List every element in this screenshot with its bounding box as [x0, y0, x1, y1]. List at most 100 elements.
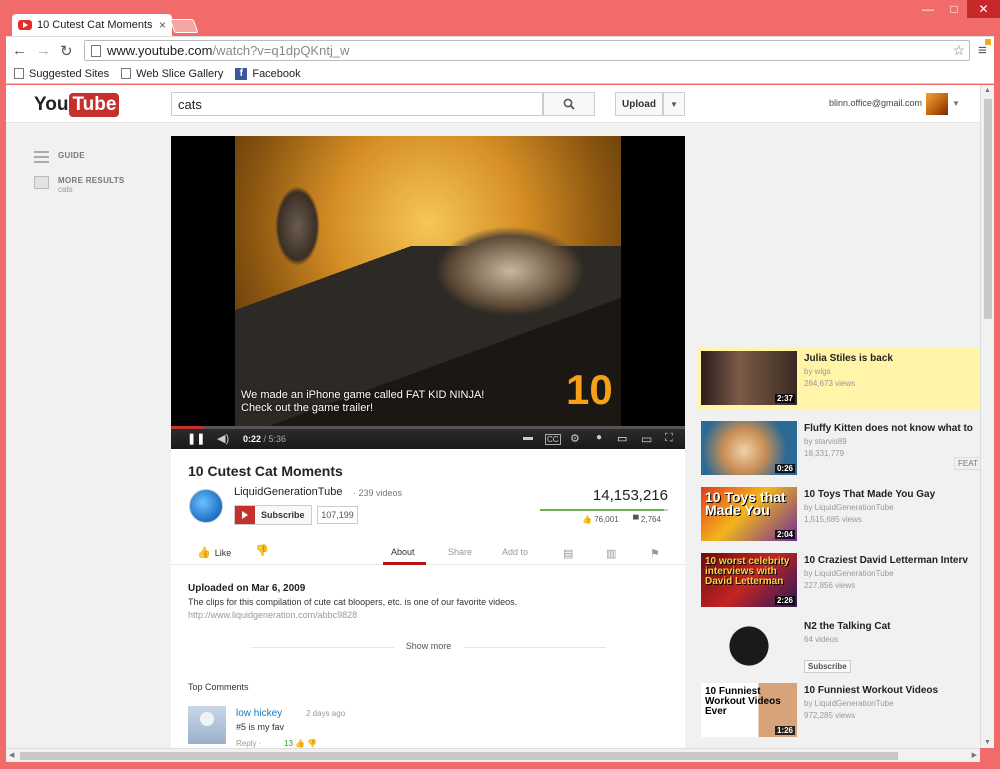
tab-add-to[interactable]: Add to	[502, 547, 528, 557]
vertical-scrollbar[interactable]: ▲ ▼	[980, 85, 994, 748]
related-item[interactable]: 0:26 Fluffy Kitten does not know what to…	[698, 417, 988, 479]
captions-icon[interactable]: ▬	[523, 432, 533, 443]
back-arrow-icon[interactable]: ←	[12, 42, 27, 59]
scroll-left-icon[interactable]: ◀	[9, 751, 14, 759]
minimize-button[interactable]: —	[915, 0, 941, 18]
large-player-icon[interactable]: ▭	[641, 432, 652, 446]
channel-avatar[interactable]	[189, 489, 223, 523]
search-input[interactable]	[171, 92, 543, 116]
related-thumbnail[interactable]: 10 worst celebrity interviews with David…	[701, 553, 797, 607]
bookmark-web-slice-gallery[interactable]: Web Slice Gallery	[121, 68, 223, 80]
search-button[interactable]	[543, 92, 595, 116]
pause-icon[interactable]: ❚❚	[187, 432, 205, 445]
channel-name[interactable]: LiquidGenerationTube	[234, 486, 342, 498]
video-title: 10 Cutest Cat Moments	[188, 463, 343, 479]
video-player[interactable]: We made an iPhone game called FAT KID NI…	[171, 136, 685, 449]
video-info-panel: 10 Cutest Cat Moments LiquidGenerationTu…	[171, 449, 685, 748]
transcript-icon[interactable]: ▤	[563, 547, 573, 560]
page-icon	[14, 68, 24, 79]
bookmark-facebook[interactable]: f Facebook	[235, 67, 301, 80]
channel-thumbnail[interactable]	[701, 619, 797, 673]
related-title[interactable]: 10 Toys That Made You Gay	[804, 489, 980, 500]
maximize-button[interactable]: □	[941, 0, 967, 18]
related-item[interactable]: 10 worst celebrity interviews with David…	[698, 549, 988, 611]
search-icon	[563, 98, 575, 110]
related-item[interactable]: 10 Toys that Made You 2:04 10 Toys That …	[698, 483, 988, 545]
tab-about[interactable]: About	[391, 547, 415, 557]
scroll-up-icon[interactable]: ▲	[984, 87, 991, 94]
related-thumbnail[interactable]: 10 Toys that Made You 2:04	[701, 487, 797, 541]
forward-arrow-icon[interactable]: →	[36, 42, 51, 59]
like-button[interactable]: 👍 Like	[197, 546, 231, 559]
duration-badge: 1:26	[774, 726, 795, 735]
view-count: 14,153,216	[592, 487, 668, 504]
comment-text: #5 is my fav	[236, 722, 285, 732]
related-item[interactable]: 10 Funniest Workout Videos Ever 1:26 10 …	[698, 679, 988, 741]
cc-icon[interactable]: CC	[545, 434, 561, 445]
related-title[interactable]: 10 Craziest David Letterman Interv	[804, 555, 980, 566]
video-annotation[interactable]: We made an iPhone game called FAT KID NI…	[241, 389, 484, 415]
related-title[interactable]: N2 the Talking Cat	[804, 621, 980, 632]
scroll-right-icon[interactable]: ▶	[972, 751, 977, 759]
flag-icon[interactable]: ⚑	[650, 547, 660, 560]
video-overlay-number: 10	[566, 366, 613, 413]
related-title[interactable]: Fluffy Kitten does not know what to	[804, 423, 980, 434]
tab-title: 10 Cutest Cat Moments -	[37, 19, 155, 31]
guide-item-guide[interactable]: GUIDE	[34, 151, 125, 164]
upload-date: Uploaded on Mar 6, 2009	[188, 583, 306, 594]
gear-icon[interactable]: ⚙	[570, 432, 580, 445]
upload-dropdown-icon[interactable]: ▼	[663, 92, 685, 116]
description-text: The clips for this compilation of cute c…	[188, 597, 518, 607]
address-bar[interactable]: www.youtube.com /watch?v=q1dpQKntj_w ☆	[84, 40, 970, 61]
reply-button[interactable]: Reply ·	[236, 739, 261, 748]
related-thumbnail[interactable]: 2:37	[701, 351, 797, 405]
info-icon[interactable]: ●	[596, 432, 602, 443]
related-item[interactable]: 2:37 Julia Stiles is back by wigs 264,67…	[698, 347, 988, 409]
related-thumbnail[interactable]: 0:26	[701, 421, 797, 475]
scrollbar-thumb[interactable]	[984, 99, 992, 319]
chevron-down-icon[interactable]: ▼	[952, 99, 960, 108]
fullscreen-icon[interactable]: ⛶	[665, 432, 673, 445]
subscribe-button[interactable]: Subscribe	[804, 660, 851, 673]
comment-author[interactable]: low hickey	[236, 708, 282, 719]
tab-share[interactable]: Share	[448, 547, 472, 557]
guide-item-more-results[interactable]: MORE RESULTS cats	[34, 176, 125, 194]
description-link[interactable]: http://www.liquidgeneration.com/abbc9828	[188, 610, 357, 620]
bookmark-star-icon[interactable]: ☆	[952, 42, 965, 59]
subscribe-button[interactable]: Subscribe	[234, 505, 312, 525]
related-views: 1,515,685 views	[804, 515, 862, 524]
new-tab-button[interactable]	[169, 19, 199, 33]
related-title[interactable]: Julia Stiles is back	[804, 353, 980, 364]
video-description: Uploaded on Mar 6, 2009 The clips for th…	[188, 583, 668, 622]
like-count: 👍 76,001	[582, 515, 619, 524]
bookmark-suggested-sites[interactable]: Suggested Sites	[14, 68, 109, 80]
comment-avatar[interactable]	[188, 706, 226, 744]
avatar[interactable]	[926, 93, 948, 115]
related-views: 227,856 views	[804, 581, 856, 590]
close-tab-icon[interactable]: ×	[159, 18, 166, 32]
show-more[interactable]: Show more	[251, 641, 606, 651]
scroll-down-icon[interactable]: ▼	[984, 739, 991, 746]
statistics-icon[interactable]: ▥	[606, 547, 616, 560]
related-title[interactable]: 10 Funniest Workout Videos	[804, 685, 980, 696]
related-author: by LiquidGenerationTube	[804, 503, 894, 512]
horizontal-scrollbar[interactable]: ◀ ▶	[6, 748, 980, 762]
related-views: 972,285 views	[804, 711, 856, 720]
upload-button[interactable]: Upload	[615, 92, 663, 116]
reload-icon[interactable]: ↻	[60, 42, 73, 60]
volume-icon[interactable]: ◀)	[217, 432, 229, 445]
scrollbar-thumb[interactable]	[20, 752, 898, 760]
comment-icon: ▀	[633, 515, 641, 524]
video-frame[interactable]	[235, 136, 621, 426]
account-email[interactable]: blinn.office@gmail.com	[829, 98, 922, 108]
browser-tab[interactable]: 10 Cutest Cat Moments - ×	[12, 14, 172, 36]
youtube-logo[interactable]: You Tube	[34, 93, 120, 117]
related-thumbnail[interactable]: 10 Funniest Workout Videos Ever 1:26	[701, 683, 797, 737]
related-channel-item[interactable]: N2 the Talking Cat 64 videos Subscribe	[698, 615, 988, 677]
dislike-button[interactable]: 👎	[255, 544, 269, 557]
youtube-icon	[235, 506, 255, 524]
url-host: www.youtube.com	[107, 43, 213, 58]
close-window-button[interactable]: ✕	[967, 0, 1000, 18]
related-author: by LiquidGenerationTube	[804, 699, 894, 708]
small-player-icon[interactable]: ▭	[617, 432, 627, 445]
